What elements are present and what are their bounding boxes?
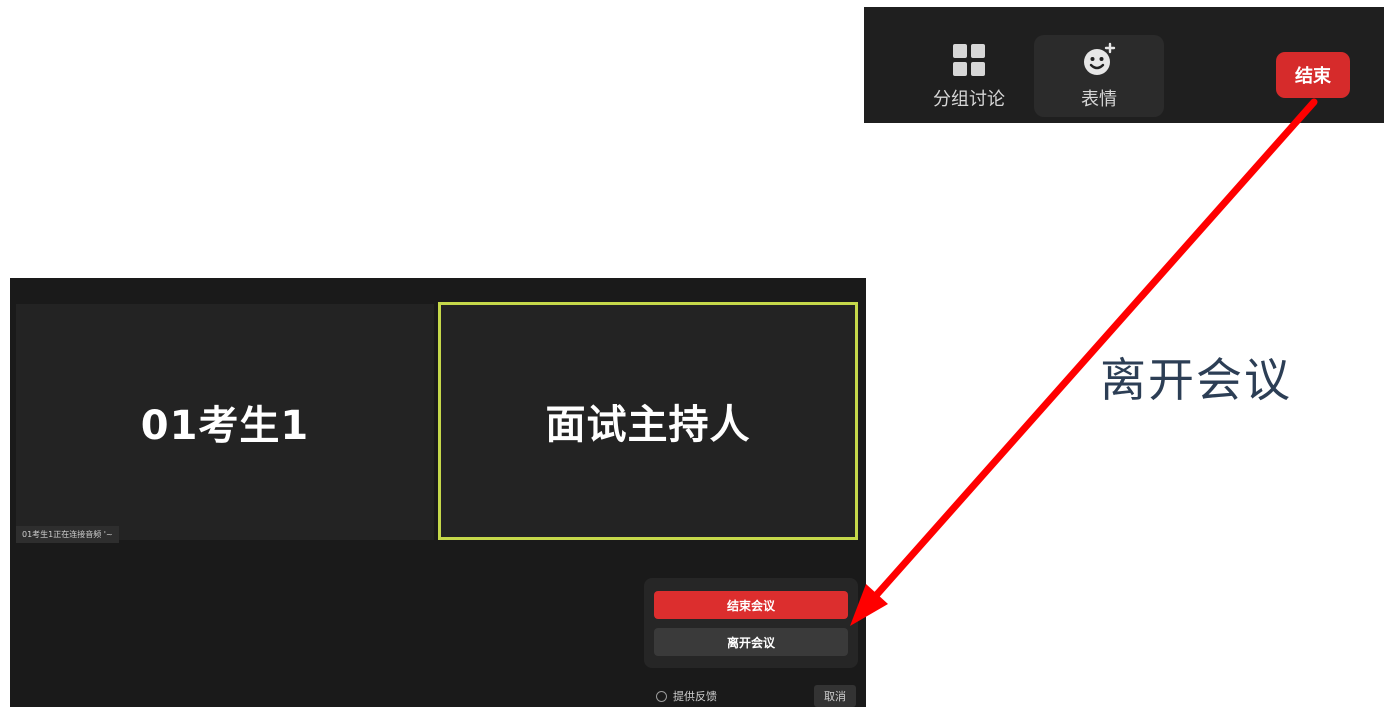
cancel-button[interactable]: 取消 xyxy=(814,685,856,707)
host-video-tile[interactable]: 面试主持人 xyxy=(438,302,858,540)
feedback-checkbox[interactable] xyxy=(656,690,667,702)
reactions-label: 表情 xyxy=(1081,89,1117,110)
leave-meeting-caption: 离开会议 xyxy=(1100,353,1292,407)
breakout-rooms-label: 分组讨论 xyxy=(933,89,1005,110)
feedback-label: 提供反馈 xyxy=(673,690,717,703)
host-name: 面试主持人 xyxy=(545,402,751,448)
emoji-add-icon xyxy=(1081,41,1117,79)
leave-meeting-button[interactable]: 离开会议 xyxy=(654,628,848,656)
feedback-option[interactable]: 提供反馈 xyxy=(656,688,717,704)
meeting-toolbar: 分组讨论 表情 结束 xyxy=(864,7,1384,123)
audio-connecting-status: 01考生1正在连接音频 '~ xyxy=(16,526,119,543)
breakout-rooms-button[interactable]: 分组讨论 xyxy=(904,35,1034,117)
reactions-button[interactable]: 表情 xyxy=(1034,35,1164,117)
student-video-tile[interactable]: 01考生1 xyxy=(16,304,434,540)
end-button[interactable]: 结束 xyxy=(1276,52,1350,98)
leave-meeting-panel: 结束会议 离开会议 xyxy=(644,578,858,668)
grid-icon xyxy=(952,41,986,79)
meeting-window: 01考生1 01考生1正在连接音频 '~ 面试主持人 结束会议 离开会议 提供反… xyxy=(10,278,866,707)
student-name: 01考生1 xyxy=(140,403,310,449)
end-meeting-for-all-button[interactable]: 结束会议 xyxy=(654,591,848,619)
